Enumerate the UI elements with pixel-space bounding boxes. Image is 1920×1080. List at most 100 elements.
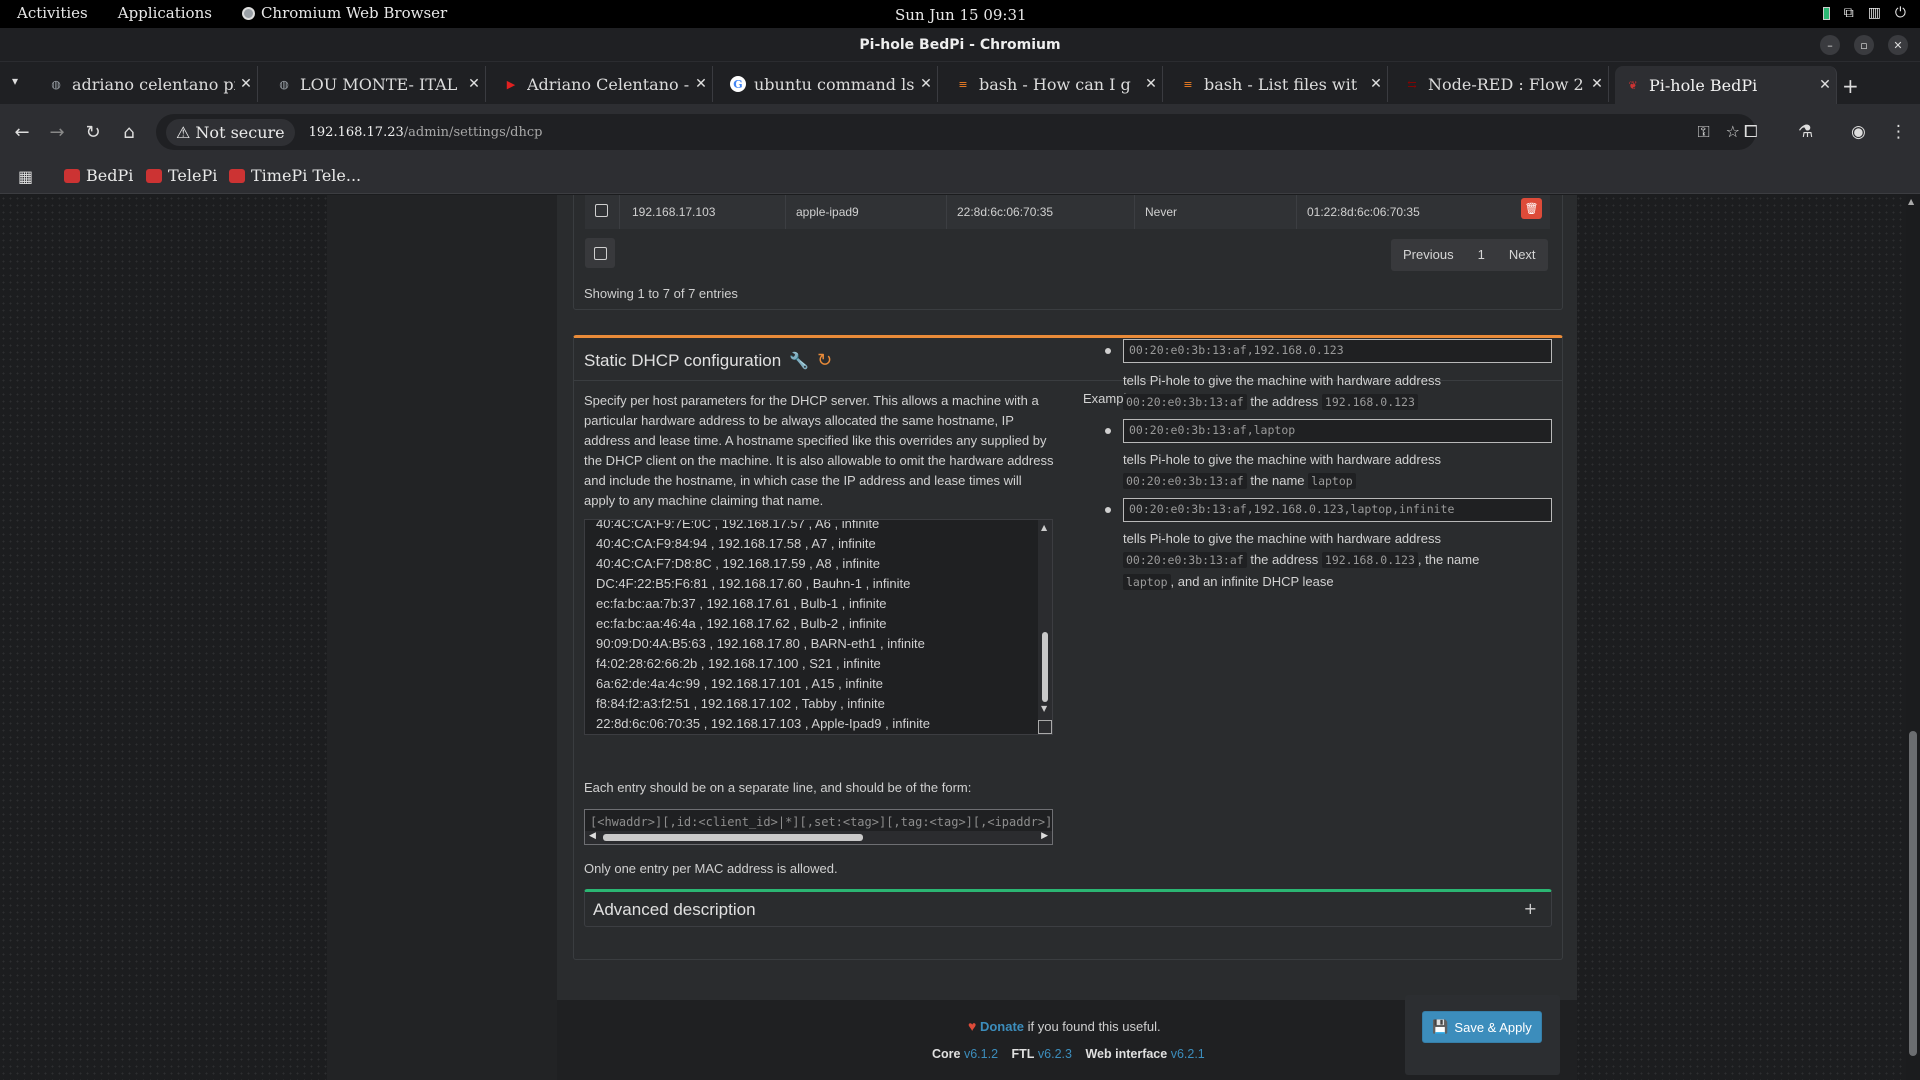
scroll-down-icon[interactable]: ▼: [1041, 704, 1047, 713]
browser-toolbar: ← → ↻ ⌂ ⚠ Not secure 192.168.17.23/admin…: [0, 104, 1920, 160]
new-tab-button[interactable]: +: [1842, 74, 1859, 98]
tab-label: bash - List files wit: [1204, 74, 1358, 94]
bookmark-star-icon[interactable]: ☆: [1726, 122, 1740, 142]
tab-search-icon[interactable]: ▾: [12, 74, 18, 88]
lease-expires: Never: [1145, 205, 1178, 219]
scroll-thumb[interactable]: [1042, 632, 1048, 702]
scroll-thumb[interactable]: [1909, 731, 1917, 1056]
url-text[interactable]: 192.168.17.23/admin/settings/dhcp: [309, 125, 543, 140]
scroll-thumb[interactable]: [603, 834, 863, 841]
delete-lease-button[interactable]: 🗑: [1521, 198, 1542, 219]
advanced-description-panel[interactable]: Advanced description +: [584, 889, 1552, 927]
browser-tab[interactable]: ◍ LOU MONTE- ITAL ✕: [266, 66, 486, 102]
home-icon[interactable]: ⌂: [118, 122, 140, 143]
page-scrollbar[interactable]: ▲: [1906, 195, 1920, 1080]
reload-icon[interactable]: ↻: [82, 122, 104, 143]
browser-tab[interactable]: ≡ bash - List files wit ✕: [1170, 66, 1388, 102]
tab-label: Adriano Celentano -: [527, 74, 690, 94]
refresh-icon[interactable]: ↻: [817, 350, 832, 371]
browser-tab[interactable]: ◍ adriano celentano pi ✕: [38, 66, 258, 102]
tab-close-icon[interactable]: ✕: [690, 76, 712, 92]
clock[interactable]: Sun Jun 15 09:31: [895, 6, 1027, 24]
host-entry-line: ec:fa:bc:aa:46:4a , 192.168.17.62 , Bulb…: [596, 616, 887, 631]
labs-flask-icon[interactable]: ⚗: [1798, 122, 1813, 142]
example-code: 00:20:e0:3b:13:af: [1123, 473, 1247, 489]
close-window-icon[interactable]: ✕: [1888, 35, 1908, 55]
nodered-icon: ⇆: [1407, 77, 1417, 91]
page-1-button[interactable]: 1: [1466, 239, 1497, 271]
back-icon[interactable]: ←: [11, 122, 33, 143]
tab-label: Node-RED : Flow 2: [1428, 74, 1584, 94]
scroll-up-icon[interactable]: ▲: [1041, 523, 1047, 532]
scroll-up-icon[interactable]: ▲: [1908, 197, 1914, 206]
scroll-right-icon[interactable]: ▶: [1041, 831, 1048, 841]
save-apply-button[interactable]: 💾 Save & Apply: [1422, 1011, 1542, 1043]
bookmark-telepi[interactable]: TelePi: [146, 166, 217, 185]
tab-close-icon[interactable]: ✕: [1814, 77, 1836, 93]
example-code: 192.168.0.123: [1321, 552, 1418, 568]
tab-close-icon[interactable]: ✕: [1140, 76, 1162, 92]
profile-icon[interactable]: ◉: [1851, 122, 1866, 142]
tab-close-icon[interactable]: ✕: [463, 76, 485, 92]
example-2-input[interactable]: 00:20:e0:3b:13:af,laptop: [1123, 419, 1552, 443]
bookmark-bedpi[interactable]: BedPi: [64, 166, 133, 185]
browser-tab[interactable]: ❦ Pi-hole BedPi ✕: [1615, 66, 1837, 104]
entry-syntax-field[interactable]: [<hwaddr>][,id:<client_id>|*][,set:<tag>…: [584, 809, 1053, 845]
expand-plus-icon[interactable]: +: [1524, 899, 1537, 918]
web-version-link[interactable]: v6.2.1: [1171, 1047, 1205, 1061]
version-info: Core v6.1.2 FTL v6.2.3 Web interface v6.…: [932, 1047, 1215, 1061]
maximize-icon[interactable]: ▫: [1854, 35, 1874, 55]
youtube-icon: ▶: [506, 77, 516, 91]
tab-label: adriano celentano pi: [72, 74, 235, 94]
activities-button[interactable]: Activities: [17, 4, 88, 22]
tab-label: LOU MONTE- ITAL: [300, 74, 458, 94]
tab-close-icon[interactable]: ✕: [1586, 76, 1608, 92]
forward-icon[interactable]: →: [46, 122, 68, 143]
scroll-left-icon[interactable]: ◀: [589, 831, 596, 841]
menu-kebab-icon[interactable]: ⋮: [1890, 122, 1907, 142]
donate-line: ♥ Donate if you found this useful.: [968, 1018, 1161, 1034]
apps-grid-icon[interactable]: ▦: [18, 167, 33, 186]
tab-label: Pi-hole BedPi: [1649, 75, 1758, 95]
browser-tab[interactable]: ⇆ Node-RED : Flow 2 ✕: [1394, 66, 1609, 102]
browser-tab[interactable]: ≡ bash - How can I g ✕: [945, 66, 1163, 102]
donate-link[interactable]: Donate: [980, 1019, 1024, 1034]
extensions-icon[interactable]: ⧠: [1744, 122, 1758, 142]
security-indicator[interactable]: ⚠ Not secure: [166, 118, 295, 146]
row-checkbox[interactable]: [595, 204, 608, 217]
static-hosts-textarea[interactable]: 40:4C:CA:F9:7E:0C , 192.168.17.57 , A6 ,…: [584, 519, 1053, 735]
previous-page-button[interactable]: Previous: [1391, 239, 1466, 271]
web-interface-label: Web interface: [1085, 1047, 1168, 1061]
core-version-link[interactable]: v6.1.2: [964, 1047, 998, 1061]
select-all-button[interactable]: [585, 238, 615, 268]
save-apply-label: Save & Apply: [1454, 1019, 1532, 1035]
tab-close-icon[interactable]: ✕: [235, 76, 257, 92]
minimize-icon[interactable]: –: [1820, 35, 1840, 55]
next-page-button[interactable]: Next: [1497, 239, 1548, 271]
textarea-scrollbar[interactable]: ▲ ▼: [1038, 520, 1052, 734]
horizontal-scrollbar[interactable]: ◀ ▶: [585, 831, 1052, 844]
ftl-version-link[interactable]: v6.2.3: [1038, 1047, 1072, 1061]
host-entry-line: 6a:62:de:4a:4c:99 , 192.168.17.101 , A15…: [596, 676, 883, 691]
tab-close-icon[interactable]: ✕: [1365, 76, 1387, 92]
entry-format-hint: Each entry should be on a separate line,…: [584, 780, 972, 795]
example-2-description: tells Pi-hole to give the machine with h…: [1123, 449, 1563, 492]
lease-mac: 22:8d:6c:06:70:35: [957, 205, 1054, 219]
resize-handle[interactable]: [1038, 720, 1052, 734]
network-icon: ⧉: [1843, 5, 1854, 21]
example-3-input[interactable]: 00:20:e0:3b:13:af,192.168.0.123,laptop,i…: [1123, 498, 1552, 522]
password-key-icon[interactable]: ⚿: [1697, 122, 1709, 142]
system-tray[interactable]: ⧉ ▥ ⏻: [1822, 5, 1906, 21]
active-app-indicator[interactable]: Chromium Web Browser: [241, 4, 447, 22]
page-viewport: 192.168.17.103 apple-ipad9 22:8d:6c:06:7…: [0, 195, 1920, 1080]
applications-menu[interactable]: Applications: [118, 4, 212, 22]
pihole-icon: [64, 168, 80, 183]
browser-tab[interactable]: ▶ Adriano Celentano - ✕: [493, 66, 713, 102]
example-1-input[interactable]: 00:20:e0:3b:13:af,192.168.0.123: [1123, 339, 1552, 363]
bookmark-timepi[interactable]: TimePi Tele...: [229, 166, 361, 185]
example-text: the address: [1250, 394, 1319, 409]
address-bar[interactable]: ⚠ Not secure 192.168.17.23/admin/setting…: [156, 114, 1756, 150]
globe-icon: ◍: [51, 77, 61, 91]
tab-close-icon[interactable]: ✕: [915, 76, 937, 92]
browser-tab[interactable]: Gubuntu command ls ✕: [720, 66, 938, 102]
